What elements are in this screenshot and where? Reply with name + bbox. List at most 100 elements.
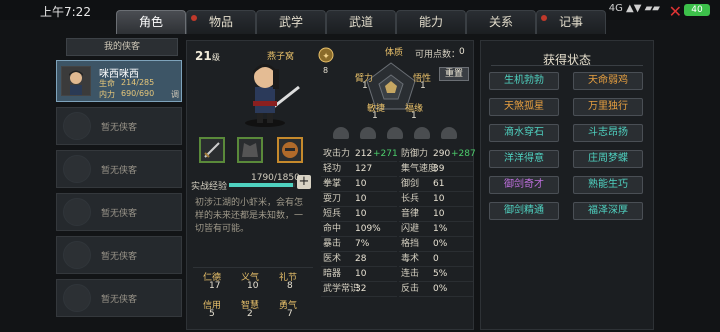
character-bio: 初涉江湖的小虾米，会有怎样的未来还都是未知数，一切皆有可能。	[195, 198, 304, 234]
notification-dot	[191, 15, 197, 21]
close-icon[interactable]: ✕	[669, 2, 682, 21]
tab-martial-way[interactable]: 武道	[326, 10, 396, 34]
stat-row: 耍刀 10	[321, 192, 397, 207]
attr-minjie-value: 1	[372, 111, 378, 121]
stat-bonus: +287	[451, 149, 476, 159]
stat-label: 武学常识	[323, 284, 360, 294]
tab-journal[interactable]: 记事	[536, 10, 606, 34]
mp-label: 内力	[99, 90, 115, 99]
stat-label: 御剑	[401, 179, 420, 189]
stat-row: 医术 28	[321, 252, 397, 267]
accessory-slot-icon[interactable]	[387, 127, 404, 139]
stat-row: 御剑 61	[399, 177, 473, 192]
exp-label: 实战经验	[191, 182, 228, 192]
stat-row: 攻击力 212 +271	[321, 147, 398, 162]
stats-table-left: 攻击力 212 +271 轻功 127 拳掌 10 耍刀 10 短兵 10 命中 109% 暴击 7% 医术 2…	[321, 147, 398, 297]
headgear-slot[interactable]	[277, 137, 303, 163]
stat-value: 0%	[433, 239, 448, 249]
hero-slot-empty[interactable]: 暂无侠客	[56, 193, 182, 231]
battery-icon: 40	[684, 4, 710, 16]
stat-label: 长兵	[401, 194, 420, 204]
stat-value: 290	[433, 149, 451, 159]
buff-badge[interactable]: 天命弱鸡	[573, 72, 643, 90]
armor-slot[interactable]	[237, 137, 263, 163]
stat-value: 10	[433, 209, 445, 219]
stat-value: 28	[355, 254, 367, 264]
tab-label: 角色	[138, 15, 163, 29]
stat-value: 127	[355, 164, 373, 174]
buff-badge[interactable]: 万里独行	[573, 98, 643, 116]
tab-label: 关系	[488, 15, 513, 29]
reset-button[interactable]: 重置	[439, 67, 469, 81]
accessory-slot-icon[interactable]	[333, 127, 349, 139]
buff-badge[interactable]: 御剑奇才	[489, 176, 559, 194]
empty-label: 暂无侠客	[100, 166, 137, 176]
stat-value: 10	[355, 194, 367, 204]
stat-value: 10	[355, 209, 367, 219]
stat-value: 5%	[433, 269, 448, 279]
attr-bili-value: 1	[362, 81, 368, 91]
hero-slot-empty[interactable]: 暂无侠客	[56, 107, 182, 145]
buff-badge[interactable]: 福泽深厚	[573, 202, 643, 220]
add-exp-button[interactable]: +	[297, 175, 311, 189]
stat-bonus: +271	[373, 149, 398, 159]
hp-label: 生命	[99, 79, 115, 88]
adjust-tag[interactable]: 调	[171, 89, 179, 100]
hero-slot-selected[interactable]: 咪西咪西 生命 214/285 内力 690/690 调	[56, 60, 182, 102]
virtue-value: 17	[209, 281, 221, 291]
tab-relations[interactable]: 关系	[466, 10, 536, 34]
accessory-slot-icon[interactable]	[441, 127, 458, 139]
free-points-label: 可用点数：	[415, 50, 461, 60]
accessory-slot-icon[interactable]	[360, 127, 377, 139]
attr-wuxing-value: 1	[420, 81, 426, 91]
buff-badge[interactable]: 熟能生巧	[573, 176, 643, 194]
equip-slot-row	[333, 124, 473, 139]
buff-badge[interactable]: 斗志昂扬	[573, 124, 643, 142]
accessory-slot-icon[interactable]	[414, 127, 431, 139]
stat-row: 连击 5%	[399, 267, 473, 282]
buff-badge[interactable]: 生机勃勃	[489, 72, 559, 90]
tab-label: 能力	[418, 15, 443, 29]
weapon-slot[interactable]	[199, 137, 225, 163]
stat-row: 拳掌 10	[321, 177, 397, 192]
stat-row: 闪避 1%	[399, 222, 473, 237]
stat-row: 暗器 10	[321, 267, 397, 282]
stat-row: 暴击 7%	[321, 237, 397, 252]
tab-items[interactable]: 物品	[186, 10, 256, 34]
stat-label: 音律	[401, 209, 420, 219]
stat-label: 耍刀	[323, 194, 342, 204]
stat-row: 轻功 127	[321, 162, 397, 177]
robe-icon	[242, 143, 258, 157]
tab-label: 武学	[278, 15, 303, 29]
virtue-value: 8	[287, 281, 293, 291]
stat-value: 0%	[433, 284, 448, 294]
buff-badge[interactable]: 滴水穿石	[489, 124, 559, 142]
hero-slot-empty[interactable]: 暂无侠客	[56, 150, 182, 188]
tab-martial-arts[interactable]: 武学	[256, 10, 326, 34]
free-points-value: 0	[459, 47, 465, 57]
stat-label: 暴击	[323, 239, 342, 249]
virtue-value: 2	[247, 309, 253, 319]
empty-label: 暂无侠客	[100, 209, 137, 219]
stat-row: 武学常识 32	[321, 282, 397, 297]
stat-label: 命中	[323, 224, 342, 234]
stat-row: 长兵 10	[399, 192, 473, 207]
hero-list-header: 我的侠客	[66, 38, 178, 56]
buff-badge[interactable]: 庄周梦蝶	[573, 150, 643, 168]
stat-value: 10	[355, 179, 367, 189]
virtues-grid: 仁德 17 义气 10 礼节 8 信用 5 智慧 2 勇气 7	[193, 267, 313, 327]
buff-badge[interactable]: 洋洋得意	[489, 150, 559, 168]
sword-icon	[204, 142, 220, 158]
buff-badge[interactable]: 天煞孤星	[489, 98, 559, 116]
medal-count: 8	[323, 66, 329, 75]
mp-value: 690/690	[121, 89, 155, 98]
buff-badge[interactable]: 御剑精通	[489, 202, 559, 220]
tab-abilities[interactable]: 能力	[396, 10, 466, 34]
stat-value: 10	[433, 194, 445, 204]
stat-label: 连击	[401, 269, 420, 279]
hero-slot-empty[interactable]: 暂无侠客	[56, 236, 182, 274]
stat-label: 轻功	[323, 164, 342, 174]
stat-label: 攻击力	[323, 149, 351, 159]
hero-slot-empty[interactable]: 暂无侠客	[56, 279, 182, 317]
tab-character[interactable]: 角色	[116, 10, 186, 34]
